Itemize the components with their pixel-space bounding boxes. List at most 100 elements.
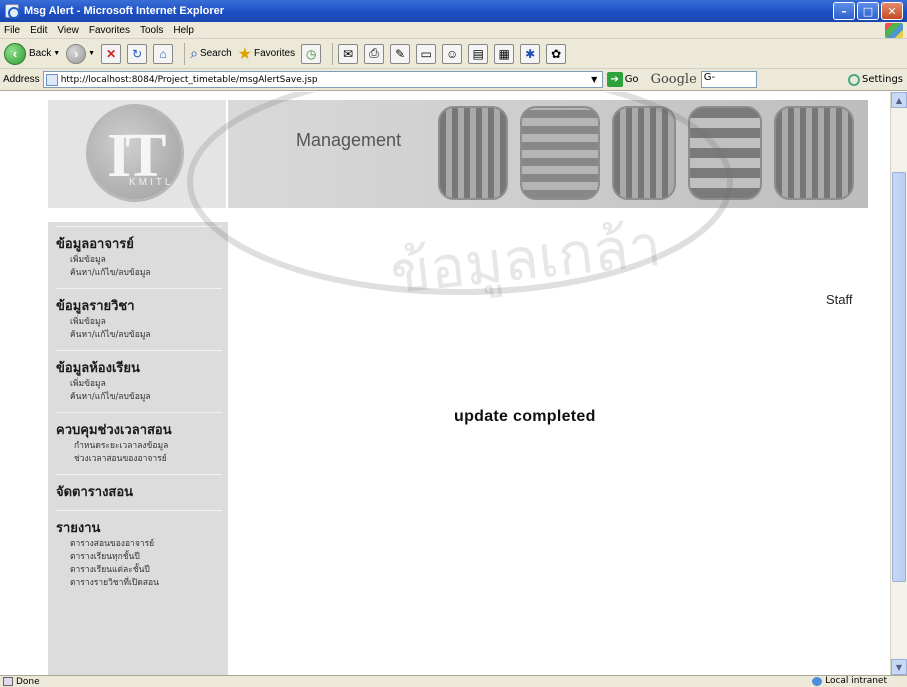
address-input[interactable]: http://localhost:8084/Project_timetable/… xyxy=(42,71,603,88)
search-label: Search xyxy=(199,48,232,59)
sidebar-section-schedule: จัดตารางสอน xyxy=(56,474,222,502)
favorites-star-icon: ★ xyxy=(237,45,252,63)
sidebar-link[interactable]: ตารางสอนของอาจารย์ xyxy=(70,538,222,551)
go-button[interactable]: ➔ Go xyxy=(606,72,639,87)
go-arrow-icon: ➔ xyxy=(606,72,623,87)
security-zone: Local intranet xyxy=(812,676,887,686)
section-title: ควบคุมช่วงเวลาสอน xyxy=(56,412,222,440)
favorites-button[interactable]: ★ Favorites xyxy=(238,44,295,64)
history-icon[interactable]: ◷ xyxy=(301,43,322,64)
address-bar: Address http://localhost:8084/Project_ti… xyxy=(0,69,907,91)
logo-subtitle: KMITL xyxy=(129,177,174,188)
title-bar: Msg Alert - Microsoft Internet Explorer … xyxy=(0,0,907,22)
close-button[interactable]: ✕ xyxy=(881,2,903,20)
section-title: ข้อมูลห้องเรียน xyxy=(56,350,222,378)
sidebar-section-teacher: ข้อมูลอาจารย์ เพิ่มข้อมูล ค้นหา/แก้ไข/ลบ… xyxy=(56,226,222,280)
menu-bar: File Edit View Favorites Tools Help xyxy=(0,22,907,39)
sidebar-section-subject: ข้อมูลรายวิชา เพิ่มข้อมูล ค้นหา/แก้ไข/ลบ… xyxy=(56,288,222,342)
go-label: Go xyxy=(624,74,639,85)
building-photo xyxy=(438,106,508,200)
forward-dropdown-icon: ▼ xyxy=(88,50,96,57)
settings-icon xyxy=(847,73,860,86)
settings-label: Settings xyxy=(861,74,903,85)
home-icon[interactable]: ⌂ xyxy=(153,43,174,64)
edit-icon[interactable]: ✎ xyxy=(390,43,411,64)
section-title: รายงาน xyxy=(56,510,222,538)
extension-icon[interactable]: ✿ xyxy=(546,43,567,64)
building-photo xyxy=(612,106,676,200)
sidebar-link[interactable]: เพิ่มข้อมูล xyxy=(70,254,222,267)
it-logo: IT KMITL xyxy=(86,104,184,202)
building-photo xyxy=(688,106,762,200)
sidebar-link[interactable]: เพิ่มข้อมูล xyxy=(70,378,222,391)
toolbar-separator xyxy=(332,42,334,65)
header-banner: Management xyxy=(228,100,868,208)
sidebar-link[interactable]: ตารางเรียนทุกชั้นปี xyxy=(70,551,222,564)
back-arrow-icon: ‹ xyxy=(4,42,26,65)
favorites-label: Favorites xyxy=(253,48,296,59)
ie-icon xyxy=(5,4,20,19)
page-done-icon xyxy=(3,677,13,686)
window-title: Msg Alert - Microsoft Internet Explorer xyxy=(24,5,225,17)
status-text: Done xyxy=(16,676,40,687)
messenger-icon[interactable]: ☺ xyxy=(442,43,463,64)
forward-arrow-icon: › xyxy=(66,43,87,64)
address-label: Address xyxy=(3,74,40,85)
scroll-thumb[interactable] xyxy=(892,172,906,582)
windows-logo-icon xyxy=(885,23,903,38)
menu-edit[interactable]: Edit xyxy=(30,25,47,36)
vertical-scrollbar[interactable]: ▲ ▼ xyxy=(890,92,907,675)
intranet-icon xyxy=(812,676,823,686)
sidebar-link[interactable]: ค้นหา/แก้ไข/ลบข้อมูล xyxy=(70,267,222,280)
sidebar-link[interactable]: เพิ่มข้อมูล xyxy=(70,316,222,329)
search-button[interactable]: ⌕ Search xyxy=(190,45,232,62)
building-photo xyxy=(774,106,854,200)
sidebar-link[interactable]: ค้นหา/แก้ไข/ลบข้อมูล xyxy=(70,329,222,342)
sidebar-menu: ข้อมูลอาจารย์ เพิ่มข้อมูล ค้นหา/แก้ไข/ลบ… xyxy=(48,222,228,675)
maximize-button[interactable]: □ xyxy=(857,2,879,20)
google-search-input[interactable]: G- xyxy=(700,71,757,88)
menu-help[interactable]: Help xyxy=(173,25,194,36)
section-title: ข้อมูลรายวิชา xyxy=(56,288,222,316)
menu-file[interactable]: File xyxy=(4,25,20,36)
scroll-down-icon[interactable]: ▼ xyxy=(891,659,907,675)
sidebar-section-report: รายงาน ตารางสอนของอาจารย์ ตารางเรียนทุกช… xyxy=(56,510,222,590)
section-title-link[interactable]: จัดตารางสอน xyxy=(56,474,222,502)
building-photo xyxy=(520,106,600,200)
research-icon[interactable]: ▤ xyxy=(468,43,489,64)
refresh-icon[interactable]: ↻ xyxy=(127,43,148,64)
address-dropdown-icon[interactable]: ▼ xyxy=(588,73,601,86)
back-button[interactable]: ‹ Back ▼ xyxy=(4,42,61,65)
page-icon xyxy=(45,73,58,86)
stop-icon[interactable]: ✕ xyxy=(101,43,122,64)
print-icon[interactable]: ⎙ xyxy=(364,43,385,64)
status-bar: Done Local intranet xyxy=(0,675,907,687)
sidebar-link[interactable]: ตารางรายวิชาที่เปิดสอน xyxy=(70,577,222,590)
sidebar-link[interactable]: ค้นหา/แก้ไข/ลบข้อมูล xyxy=(70,391,222,404)
menu-tools[interactable]: Tools xyxy=(140,25,163,36)
discuss-icon[interactable]: ▭ xyxy=(416,43,437,64)
sidebar-link[interactable]: ตารางเรียนแต่ละชั้นปี xyxy=(70,564,222,577)
menu-view[interactable]: View xyxy=(57,25,79,36)
menu-favorites[interactable]: Favorites xyxy=(89,25,130,36)
banner-title: Management xyxy=(296,130,402,150)
settings-button[interactable]: Settings xyxy=(847,73,903,86)
zone-label: Local intranet xyxy=(825,676,887,686)
back-dropdown-icon: ▼ xyxy=(53,50,61,57)
minimize-button[interactable]: – xyxy=(833,2,855,20)
watermark-text: ข้อมูลเกล้า xyxy=(387,211,665,307)
address-url: http://localhost:8084/Project_timetable/… xyxy=(60,74,318,85)
sidebar-link[interactable]: กำหนดระยะเวลาลงข้อมูล xyxy=(74,440,222,453)
tool-icon[interactable]: ▦ xyxy=(494,43,515,64)
toolbar-separator xyxy=(184,42,186,65)
sidebar-link[interactable]: ช่วงเวลาสอนของอาจารย์ xyxy=(74,453,222,466)
logo-area: IT KMITL xyxy=(48,100,226,208)
scroll-up-icon[interactable]: ▲ xyxy=(891,92,907,108)
sidebar-section-room: ข้อมูลห้องเรียน เพิ่มข้อมูล ค้นหา/แก้ไข/… xyxy=(56,350,222,404)
forward-button[interactable]: › ▼ xyxy=(66,43,96,64)
sidebar-section-period: ควบคุมช่วงเวลาสอน กำหนดระยะเวลาลงข้อมูล … xyxy=(56,412,222,466)
google-logo: Google xyxy=(650,72,697,87)
mail-icon[interactable]: ✉ xyxy=(338,43,359,64)
bluetooth-icon[interactable]: ✱ xyxy=(520,43,541,64)
section-title: ข้อมูลอาจารย์ xyxy=(56,226,222,254)
